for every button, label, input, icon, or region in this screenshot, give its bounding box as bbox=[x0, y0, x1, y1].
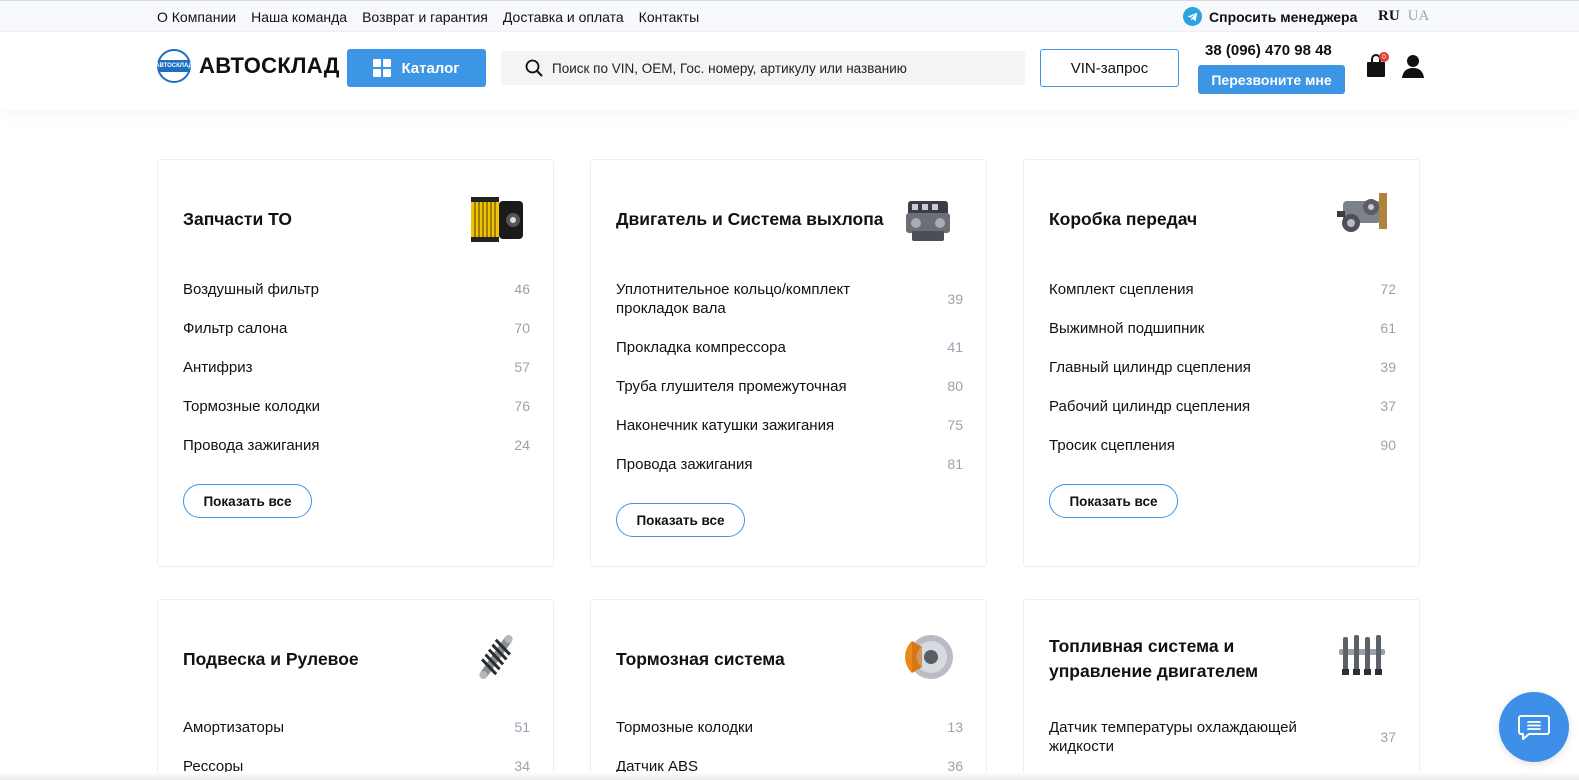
category-row[interactable]: Комплект сцепления 72 bbox=[1049, 280, 1396, 299]
callback-button[interactable]: Перезвоните мне bbox=[1198, 65, 1345, 94]
lang-ru[interactable]: RU bbox=[1378, 8, 1400, 25]
shock-absorber-image bbox=[479, 634, 513, 680]
category-card-maintenance: Запчасти ТО Воздушный фильтр 46 Фильтр са… bbox=[157, 159, 554, 567]
category-row[interactable]: Труба глушителя промежуточная 80 bbox=[616, 377, 963, 396]
top-bar: О Компании Наша команда Возврат и гарант… bbox=[0, 0, 1579, 32]
show-all-button[interactable]: Показать все bbox=[1049, 484, 1178, 518]
bottom-edge bbox=[0, 772, 1579, 780]
category-card-suspension: Подвеска и Рулевое Амортизаторы 51 Рессор… bbox=[157, 599, 554, 780]
category-row[interactable]: Тормозные колодки 13 bbox=[616, 718, 963, 737]
category-card-engine: Двигатель и Система выхлопа Уплотнительн… bbox=[590, 159, 987, 567]
logo-badge-icon: АВТОСКЛАД bbox=[155, 49, 193, 83]
category-row[interactable]: Тросик сцепления 90 bbox=[1049, 436, 1396, 455]
category-row[interactable]: Прокладка компрессора 41 bbox=[616, 338, 963, 357]
category-card-brakes: Тормозная система Тормозные колодки 13 Да… bbox=[590, 599, 987, 780]
vin-request-button[interactable]: VIN-запрос bbox=[1040, 49, 1179, 87]
search-input[interactable] bbox=[552, 60, 1012, 76]
site-logo[interactable]: АВТОСКЛАД АВТОСКЛАД bbox=[155, 49, 340, 83]
category-row[interactable]: Рабочий цилиндр сцепления 37 bbox=[1049, 397, 1396, 416]
category-row[interactable]: Выжимной подшипник 61 bbox=[1049, 319, 1396, 338]
catalog-button[interactable]: Каталог bbox=[347, 49, 486, 87]
grid-icon bbox=[373, 59, 392, 77]
nav-delivery[interactable]: Доставка и оплата bbox=[503, 9, 624, 25]
category-row[interactable]: Провода зажигания 24 bbox=[183, 436, 530, 455]
telegram-icon bbox=[1183, 7, 1202, 26]
ask-manager-label: Спросить менеджера bbox=[1209, 8, 1358, 25]
oil-filter-image bbox=[471, 197, 523, 242]
category-row[interactable]: Тормозные колодки 76 bbox=[183, 397, 530, 416]
fuel-injector-image bbox=[1339, 635, 1385, 675]
card-title: Тормозная система bbox=[616, 649, 785, 669]
chat-icon bbox=[1518, 715, 1550, 740]
ask-manager-link[interactable]: Спросить менеджера bbox=[1183, 7, 1357, 26]
category-row[interactable]: Наконечник катушки зажигания 75 bbox=[616, 416, 963, 435]
category-row[interactable]: Главный цилиндр сцепления 39 bbox=[1049, 358, 1396, 377]
brake-disc-image bbox=[905, 635, 953, 679]
user-account-button[interactable] bbox=[1401, 53, 1425, 79]
category-row[interactable]: Амортизаторы 51 bbox=[183, 718, 530, 737]
nav-contacts[interactable]: Контакты bbox=[639, 9, 699, 25]
card-title: Запчасти ТО bbox=[183, 209, 292, 229]
gearbox-image bbox=[1337, 193, 1387, 232]
search-bar[interactable] bbox=[501, 51, 1025, 85]
catalog-label: Каталог bbox=[401, 59, 460, 77]
category-row[interactable]: Провода зажигания 81 bbox=[616, 455, 963, 474]
nav-team[interactable]: Наша команда bbox=[251, 9, 347, 25]
show-all-button[interactable]: Показать все bbox=[183, 484, 312, 518]
search-icon bbox=[525, 59, 543, 77]
language-switcher: RU UA bbox=[1378, 8, 1429, 25]
card-title: Топливная система и управление двигателе… bbox=[1049, 636, 1259, 681]
category-row[interactable]: Фильтр салона 70 bbox=[183, 319, 530, 338]
chat-button[interactable] bbox=[1499, 692, 1569, 762]
phone-number[interactable]: 38 (096) 470 98 48 bbox=[1205, 42, 1332, 59]
show-all-button[interactable]: Показать все bbox=[616, 503, 745, 537]
card-title: Коробка передач bbox=[1049, 209, 1198, 229]
category-row[interactable]: Уплотнительное кольцо/комплект прокладок… bbox=[616, 280, 963, 318]
top-nav: О Компании Наша команда Возврат и гарант… bbox=[157, 9, 699, 25]
cart-count-badge: 0 bbox=[1379, 52, 1389, 62]
category-row[interactable]: Датчик температуры охлаждающей жидкости 3… bbox=[1049, 718, 1396, 756]
nav-returns[interactable]: Возврат и гарантия bbox=[362, 9, 488, 25]
category-card-gearbox: Коробка передач Комплект сцепления 72 Выж… bbox=[1023, 159, 1420, 567]
lang-ua[interactable]: UA bbox=[1408, 8, 1430, 25]
nav-about[interactable]: О Компании bbox=[157, 9, 236, 25]
user-icon bbox=[1402, 55, 1424, 78]
cart-button[interactable]: 0 bbox=[1365, 52, 1389, 80]
engine-image bbox=[906, 201, 950, 241]
category-row[interactable]: Воздушный фильтр 46 bbox=[183, 280, 530, 299]
logo-text: АВТОСКЛАД bbox=[199, 53, 340, 78]
card-title: Двигатель и Система выхлопа bbox=[616, 209, 884, 229]
category-row[interactable]: Антифриз 57 bbox=[183, 358, 530, 377]
category-card-fuel-system: Топливная система и управление двигателе… bbox=[1023, 599, 1420, 780]
card-title: Подвеска и Рулевое bbox=[183, 649, 359, 669]
site-header: АВТОСКЛАД АВТОСКЛАД Каталог VIN-запрос 3… bbox=[0, 32, 1579, 110]
